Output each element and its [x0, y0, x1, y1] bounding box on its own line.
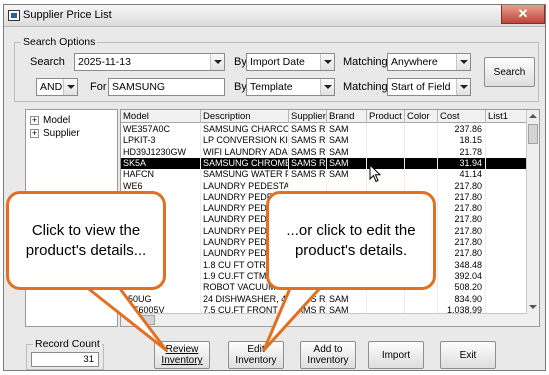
left-callout: Click to view the product's details...	[6, 191, 166, 290]
right-callout: ...or click to edit the product's detail…	[266, 191, 436, 290]
left-callout-tail	[83, 284, 168, 352]
callout-tails	[83, 284, 324, 352]
mouse-pointer-icon	[369, 164, 382, 183]
right-callout-tail	[262, 284, 324, 352]
